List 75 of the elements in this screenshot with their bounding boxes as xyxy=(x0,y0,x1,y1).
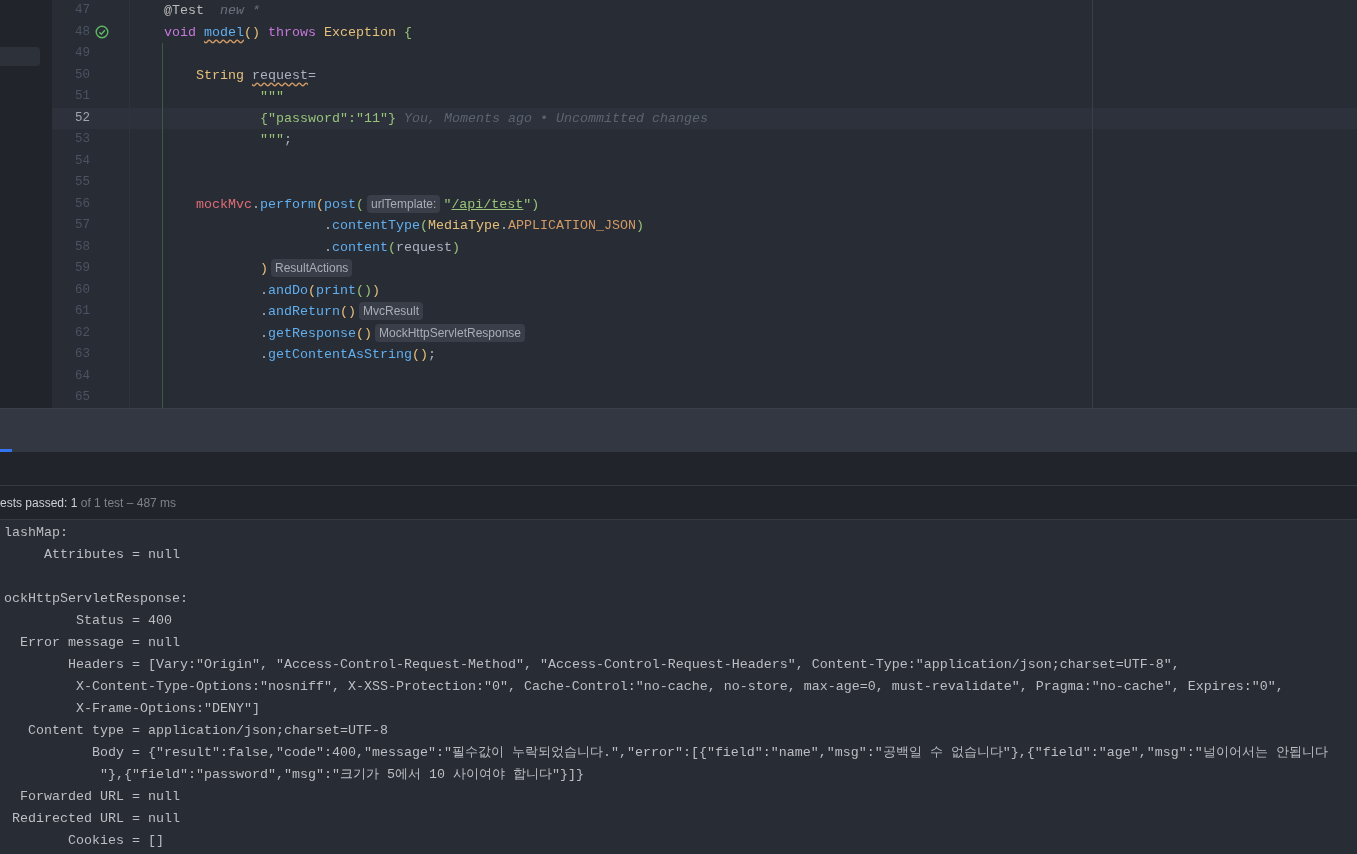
keyword: throws xyxy=(268,24,316,40)
method-name: contentType xyxy=(331,218,420,233)
method-name: content xyxy=(331,239,388,255)
field-name: mockMvc xyxy=(196,196,252,212)
inlay-hint: ResultActions xyxy=(271,259,353,277)
inlay-hint: new * xyxy=(220,3,260,18)
console-output-line: X-Content-Type-Options:"nosniff", X-XSS-Protection:"0", Cache-Control:"no-cache, no-store, max-age=0, must-revalidate", Pragma:"no-cache", Expires:"0", xyxy=(76,679,1284,694)
code-text: ; xyxy=(284,132,292,147)
bracket: ) xyxy=(451,239,460,255)
console-output-line: ockHttpServletResponse: xyxy=(4,591,188,606)
bracket: ( xyxy=(316,196,324,212)
type-name: MediaType xyxy=(427,218,500,233)
bracket: () xyxy=(244,24,260,40)
method-name: andDo xyxy=(268,282,308,298)
test-passed-icon[interactable] xyxy=(95,25,109,40)
bracket: ( xyxy=(387,239,396,255)
console-output-line: X-Frame-Options:"DENY"] xyxy=(76,701,260,716)
code-text: = xyxy=(308,67,316,83)
console-output-line: Status = 400 xyxy=(76,613,172,628)
constant-name: APPLICATION_JSON xyxy=(507,218,636,233)
console-output-line: Redirected URL = null xyxy=(12,811,180,826)
string-literal: """ xyxy=(260,89,284,104)
bracket: () xyxy=(356,282,372,298)
console-output-line: Headers = [Vary:"Origin", "Access-Control-Request-Method", "Access-Control-Request-Headers", Content-Type:"application/json;charset=UTF-8", xyxy=(68,657,1180,672)
method-name: model xyxy=(204,24,244,40)
code-text: . xyxy=(323,218,332,233)
console-output-line: "},{"field":"password","msg":"크기가 5에서 10 사이여야 합니다"}]} xyxy=(100,767,584,782)
code-text: . xyxy=(260,304,268,319)
method-name: andReturn xyxy=(268,304,340,319)
bracket: ) xyxy=(635,218,644,233)
console-output-line: Body = {"result":false,"code":400,"message":"필수값이 누락되었습니다.","error":[{"field":"name","msg":"공백일 수 없습니다"},{"field":"age","msg":"널이어서는 안됩니다 xyxy=(92,745,1328,760)
method-name: print xyxy=(316,282,356,298)
code-text: . xyxy=(260,325,268,341)
code-text: . xyxy=(499,218,508,233)
bracket: ) xyxy=(372,282,380,298)
line-number: 52 xyxy=(74,109,90,127)
string-literal: {"password":"11"} xyxy=(260,110,396,126)
string-literal: " xyxy=(523,196,532,212)
code-text: request xyxy=(395,239,452,255)
bracket: ( xyxy=(356,196,364,212)
code-text: . xyxy=(260,282,268,298)
console-output-line: Forwarded URL = null xyxy=(20,789,180,804)
console-output-line: Attributes = null xyxy=(44,547,180,562)
variable-name: request xyxy=(252,67,308,83)
code-text: . xyxy=(252,196,260,212)
bracket: () xyxy=(339,304,356,319)
test-status: ests passed: 1 of 1 test – 487 ms xyxy=(0,495,177,510)
bracket: { xyxy=(404,24,412,40)
method-name: getContentAsString xyxy=(268,347,412,362)
inlay-hint: MvcResult xyxy=(358,302,423,320)
inlay-hint: MockHttpServletResponse xyxy=(374,323,526,342)
console-output-line: lashMap: xyxy=(4,525,68,540)
bracket: ) xyxy=(531,196,540,212)
console-output-line: Cookies = [] xyxy=(68,833,164,848)
method-name: post xyxy=(324,196,356,212)
console-output-line: Content type = application/json;charset=UTF-8 xyxy=(28,723,388,738)
string-literal: """ xyxy=(260,132,284,147)
string-literal: /api/test xyxy=(451,196,524,212)
type-name: String xyxy=(196,67,244,83)
bracket: ) xyxy=(260,261,268,276)
console-output-line: Error message = null xyxy=(20,635,180,650)
code-text: . xyxy=(323,239,332,255)
inlay-hint: urlTemplate: xyxy=(367,194,441,213)
bracket: () xyxy=(411,347,428,362)
method-name: perform xyxy=(260,196,316,212)
type-name: Exception xyxy=(324,24,396,40)
bracket: () xyxy=(355,325,372,341)
bracket: ( xyxy=(308,282,316,298)
code-text: . xyxy=(260,347,268,362)
keyword: void xyxy=(164,24,196,40)
annotation: @Test xyxy=(164,3,204,18)
code-text: ; xyxy=(427,347,436,362)
string-literal: " xyxy=(443,196,452,212)
bracket: ( xyxy=(419,218,428,233)
method-name: getResponse xyxy=(268,325,356,341)
